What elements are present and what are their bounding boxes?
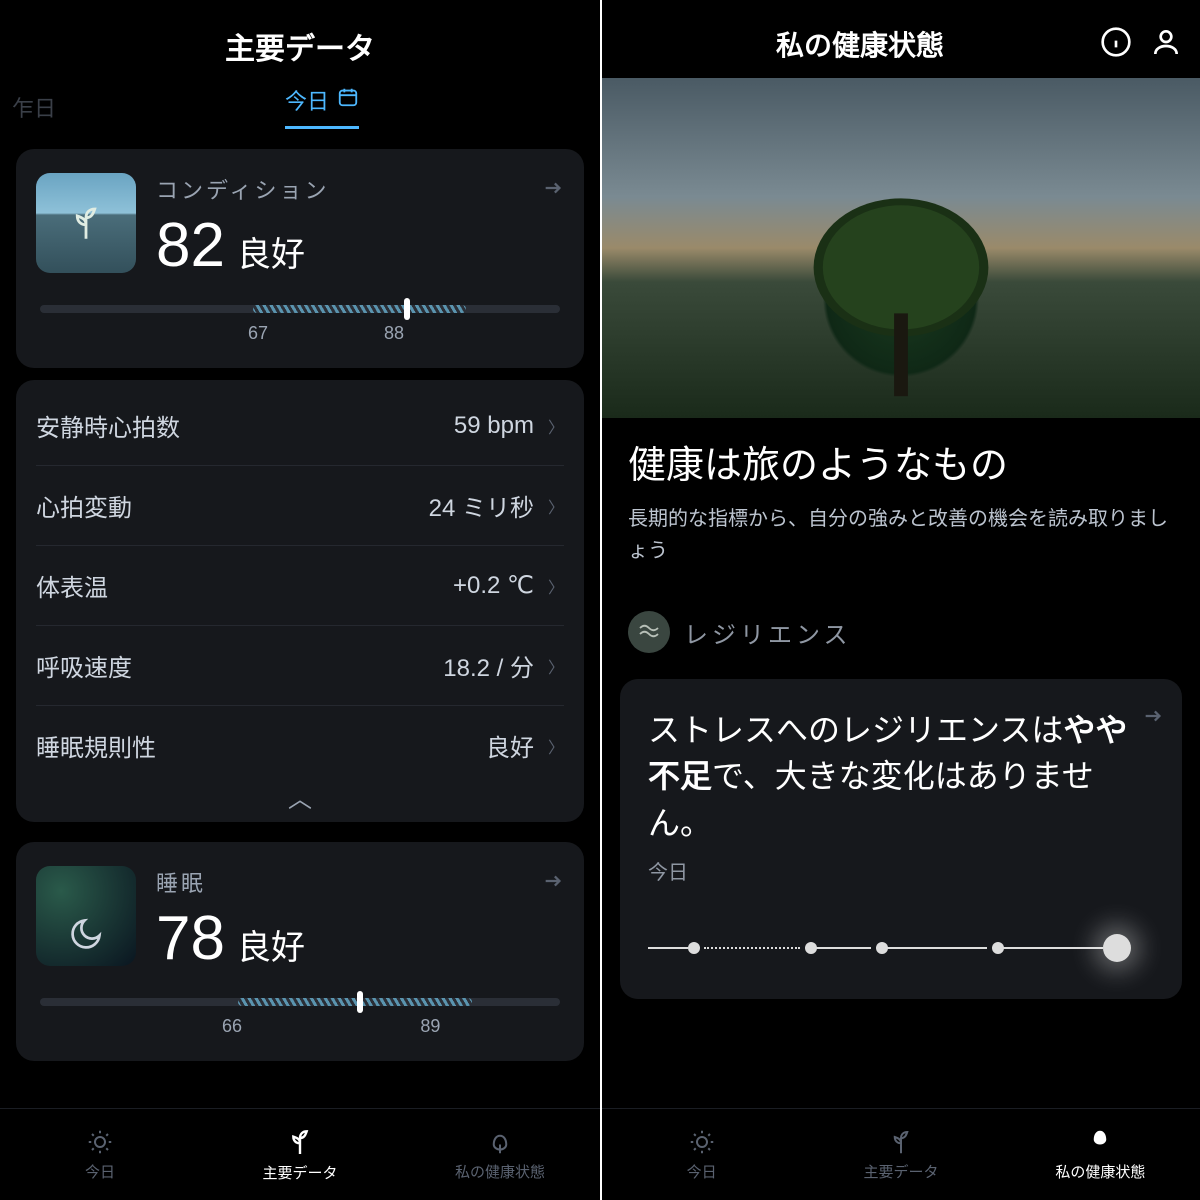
journey-section: 健康は旅のようなもの 長期的な指標から、自分の強みと改善の機会を読み取りましょう: [602, 418, 1200, 583]
resilience-section-head: レジリエンス: [602, 583, 1200, 661]
metric-row[interactable]: 心拍変動 24 ミリ秒 〉: [36, 465, 564, 545]
condition-status: 良好: [237, 236, 305, 274]
condition-card[interactable]: コンディション 82 良好 67 88: [16, 149, 584, 368]
condition-range: 67 88: [36, 305, 564, 344]
nav-health[interactable]: 私の健康状態: [400, 1109, 600, 1200]
chevron-right-icon: 〉: [548, 414, 564, 438]
metric-row[interactable]: 安静時心拍数 59 bpm 〉: [36, 386, 564, 465]
condition-range-high: 88: [384, 323, 404, 344]
header: 私の健康状態: [602, 0, 1200, 78]
metric-value: 24 ミリ秒: [429, 488, 534, 523]
profile-icon[interactable]: [1150, 26, 1182, 63]
sleep-status: 良好: [237, 929, 305, 967]
chevron-right-icon: 〉: [548, 734, 564, 758]
metric-row[interactable]: 体表温 +0.2 ℃ 〉: [36, 545, 564, 625]
calendar-icon: [337, 86, 359, 114]
bottom-nav: 今日 主要データ 私の健康状態: [0, 1108, 600, 1200]
metrics-card: 安静時心拍数 59 bpm 〉 心拍変動 24 ミリ秒 〉 体表温 +0.2 ℃…: [16, 380, 584, 822]
sleep-thumbnail: [36, 866, 136, 966]
metric-row[interactable]: 睡眠規則性 良好 〉: [36, 705, 564, 785]
metric-value: 良好: [486, 728, 534, 763]
chevron-right-icon: 〉: [548, 494, 564, 518]
metric-label: 睡眠規則性: [36, 728, 486, 763]
phone-health: 私の健康状態 健康は旅のようなもの 長期的な指標から、自分の強みと改善の機会を読…: [600, 0, 1200, 1200]
chevron-right-icon: [542, 177, 564, 204]
nav-vitals[interactable]: 主要データ: [200, 1109, 400, 1200]
chevron-right-icon: [1142, 705, 1164, 732]
resilience-label: レジリエンス: [684, 615, 852, 650]
resilience-text: ストレスへのレジリエンスはやや不足で、大きな変化はありません。: [648, 707, 1154, 846]
resilience-icon: [628, 611, 670, 653]
sleep-card[interactable]: 睡眠 78 良好 66 89: [16, 842, 584, 1061]
metric-value: 59 bpm: [454, 412, 534, 440]
condition-title: コンディション: [156, 173, 329, 205]
nav-health[interactable]: 私の健康状態: [1001, 1109, 1200, 1200]
sleep-range-low: 66: [222, 1016, 242, 1037]
nav-today[interactable]: 今日: [602, 1109, 801, 1200]
info-icon[interactable]: [1100, 26, 1132, 63]
resilience-today: 今日: [648, 856, 1154, 885]
journey-title: 健康は旅のようなもの: [628, 434, 1174, 489]
metric-row[interactable]: 呼吸速度 18.2 / 分 〉: [36, 625, 564, 705]
date-tabs: 乍日 今日: [0, 84, 600, 129]
chevron-right-icon: 〉: [548, 574, 564, 598]
tab-today[interactable]: 今日: [285, 84, 359, 129]
collapse-button[interactable]: ︿: [36, 779, 564, 814]
sleep-score: 78: [156, 904, 225, 973]
journey-subtitle: 長期的な指標から、自分の強みと改善の機会を読み取りましょう: [628, 503, 1174, 567]
sleep-range-high: 89: [420, 1016, 440, 1037]
nav-vitals[interactable]: 主要データ: [801, 1109, 1000, 1200]
resilience-trend: [648, 933, 1154, 963]
page-title: 私の健康状態: [620, 24, 1100, 64]
condition-score: 82: [156, 211, 225, 280]
chevron-right-icon: [542, 870, 564, 897]
phone-vitals: 主要データ 乍日 今日 コンディション 82 良好: [0, 0, 600, 1200]
metric-label: 心拍変動: [36, 488, 429, 523]
nav-today[interactable]: 今日: [0, 1109, 200, 1200]
bottom-nav: 今日 主要データ 私の健康状態: [602, 1108, 1200, 1200]
sleep-title: 睡眠: [156, 866, 305, 898]
resilience-card[interactable]: ストレスへのレジリエンスはやや不足で、大きな変化はありません。 今日: [620, 679, 1182, 999]
condition-thumbnail: [36, 173, 136, 273]
page-title: 主要データ: [0, 0, 600, 84]
tree-icon: [781, 180, 1021, 410]
metric-value: 18.2 / 分: [443, 648, 534, 683]
sleep-range: 66 89: [36, 998, 564, 1037]
tab-today-label: 今日: [285, 84, 329, 116]
metric-label: 呼吸速度: [36, 648, 443, 683]
metric-label: 体表温: [36, 568, 453, 603]
tab-yesterday[interactable]: 乍日: [12, 91, 56, 123]
metric-value: +0.2 ℃: [453, 571, 534, 600]
chevron-right-icon: 〉: [548, 654, 564, 678]
hero-image: [602, 78, 1200, 418]
metric-label: 安静時心拍数: [36, 408, 454, 443]
condition-range-low: 67: [248, 323, 268, 344]
